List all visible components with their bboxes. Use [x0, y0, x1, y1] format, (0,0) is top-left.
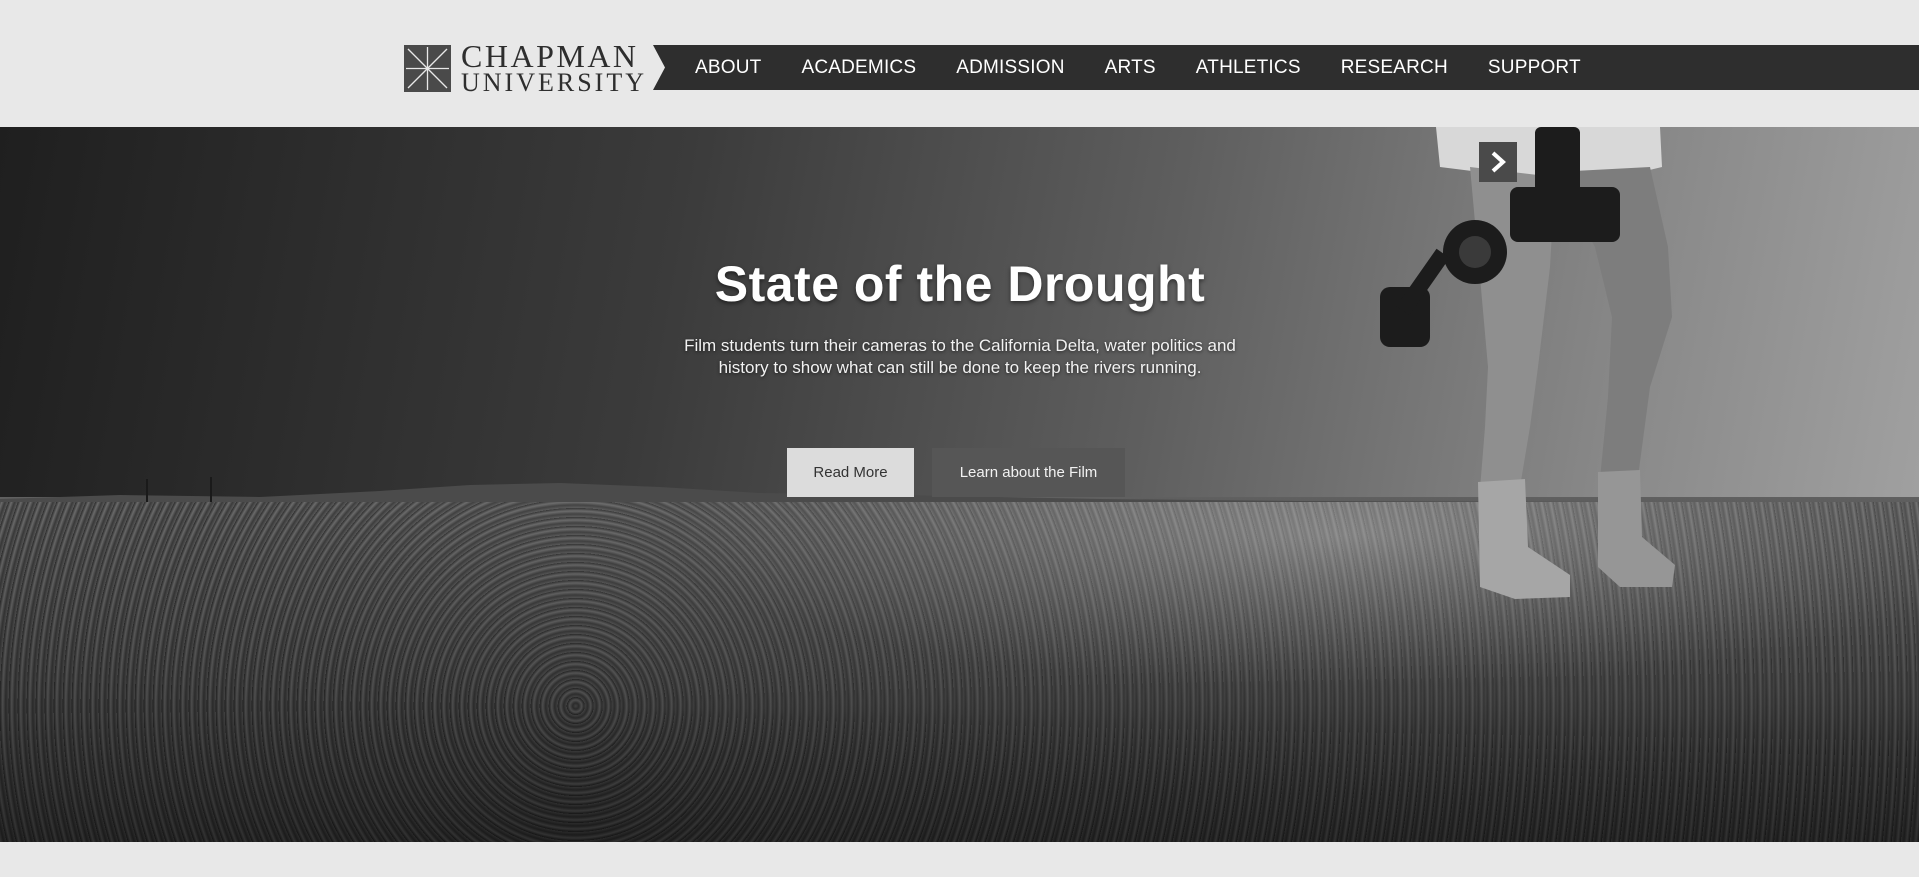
chevron-right-icon [1491, 151, 1506, 173]
hero-slider: State of the Drought Film students turn … [0, 127, 1919, 842]
slider-next-button[interactable] [1479, 142, 1517, 182]
nav-arrow-decoration [653, 45, 665, 90]
chapman-logo[interactable]: CHAPMAN UNIVERSITY [404, 40, 647, 96]
hero-description: Film students turn their cameras to the … [684, 336, 1236, 377]
logo-wordmark: CHAPMAN UNIVERSITY [461, 40, 647, 96]
read-more-button[interactable]: Read More [787, 448, 914, 497]
hero-content: State of the Drought Film students turn … [560, 255, 1360, 379]
cameraman-figure [1380, 127, 1675, 599]
site-header: CHAPMAN UNIVERSITY ABOUT ACADEMICS ADMIS… [0, 0, 1919, 127]
nav-list: ABOUT ACADEMICS ADMISSION ARTS ATHLETICS… [695, 57, 1621, 79]
nav-item-about[interactable]: ABOUT [695, 57, 761, 79]
main-navigation: ABOUT ACADEMICS ADMISSION ARTS ATHLETICS… [653, 45, 1919, 90]
nav-item-support[interactable]: SUPPORT [1488, 57, 1581, 79]
chapman-logo-mark-icon [404, 44, 451, 92]
hero-title: State of the Drought [714, 256, 1206, 312]
hero-buttons: Read More Learn about the Film [787, 448, 1125, 497]
nav-item-athletics[interactable]: ATHLETICS [1196, 57, 1301, 79]
nav-item-admission[interactable]: ADMISSION [956, 57, 1064, 79]
nav-item-arts[interactable]: ARTS [1105, 57, 1156, 79]
nav-item-academics[interactable]: ACADEMICS [801, 57, 916, 79]
learn-about-film-button[interactable]: Learn about the Film [932, 448, 1125, 497]
nav-item-research[interactable]: RESEARCH [1341, 57, 1448, 79]
logo-line-university: UNIVERSITY [461, 68, 647, 97]
